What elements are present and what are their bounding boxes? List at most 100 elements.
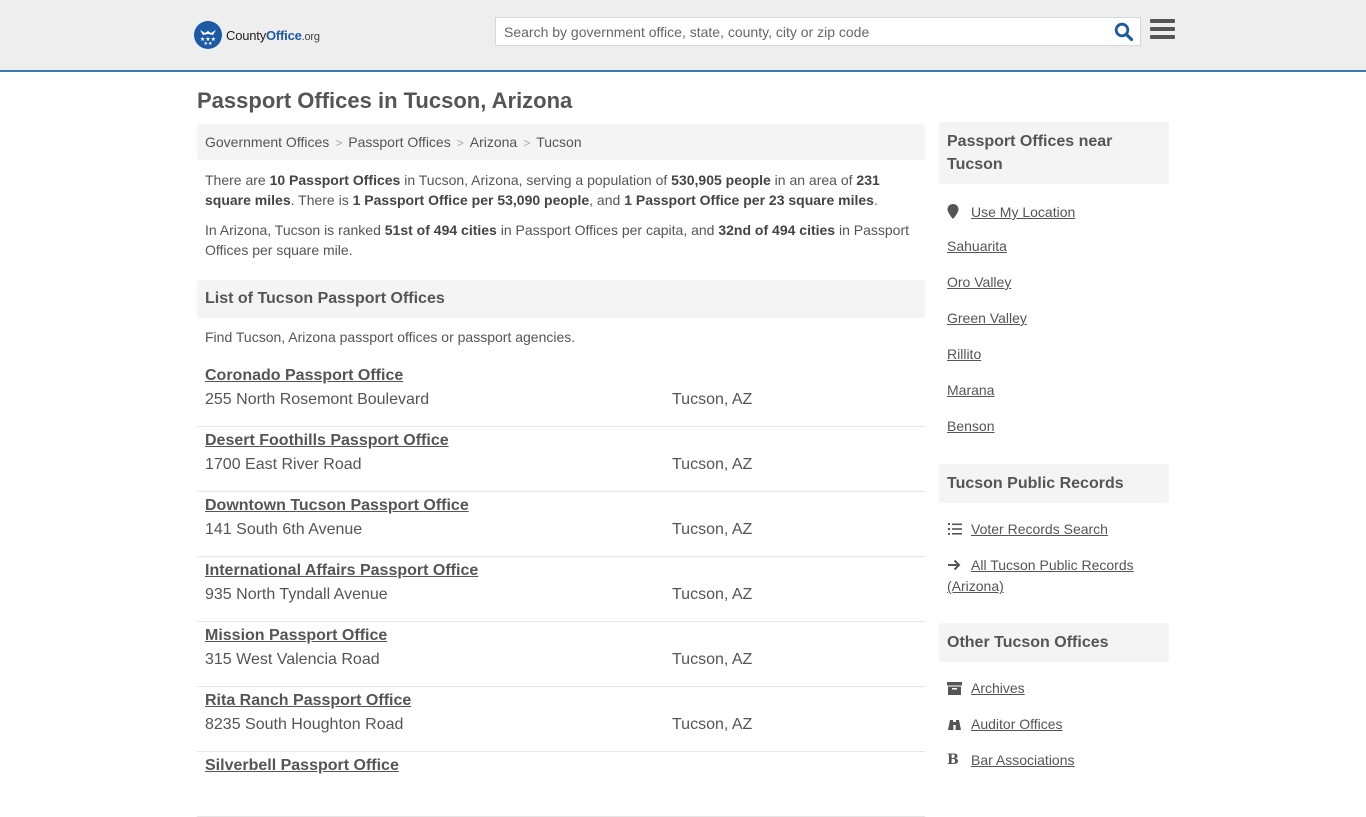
nearby-city-link[interactable]: Sahuarita	[947, 238, 1169, 254]
list-icon	[947, 519, 971, 539]
logo-prefix: County	[226, 27, 266, 43]
breadcrumb-tucson[interactable]: Tucson	[536, 134, 581, 150]
intro-text-segment: in an area of	[770, 172, 857, 188]
office-city: Tucson, AZ	[672, 521, 753, 538]
office-list-item: Downtown Tucson Passport Office 141 Sout…	[197, 492, 925, 557]
use-my-location-link[interactable]: Use My Location	[971, 202, 1075, 222]
breadcrumb-passport-offices[interactable]: Passport Offices	[348, 134, 450, 150]
site-header: ★★★ ★★ CountyOffice.org	[0, 0, 1366, 72]
logo-brand: Office	[266, 27, 302, 43]
eagle-stars-logo-icon: ★★★ ★★	[194, 21, 222, 49]
page-title: Passport Offices in Tucson, Arizona	[197, 88, 573, 113]
breadcrumb-separator: >	[523, 136, 531, 150]
search-button[interactable]	[1114, 22, 1134, 42]
breadcrumb-separator: >	[335, 136, 343, 150]
intro-text-segment: , and	[589, 192, 625, 208]
office-city: Tucson, AZ	[672, 716, 753, 733]
office-name-link[interactable]: Rita Ranch Passport Office	[205, 692, 411, 710]
office-name-link[interactable]: Downtown Tucson Passport Office	[205, 497, 469, 515]
office-name-link[interactable]: Coronado Passport Office	[205, 367, 403, 385]
list-description: Find Tucson, Arizona passport offices or…	[205, 329, 576, 345]
svg-text:★★: ★★	[204, 41, 213, 46]
map-marker-icon	[947, 202, 971, 222]
office-address: 141 South 6th Avenue	[205, 521, 363, 538]
intro-text-segment: . There is	[290, 192, 353, 208]
intro-text: There are 10 Passport Offices in Tucson,…	[205, 170, 920, 270]
breadcrumb-separator: >	[456, 136, 464, 150]
sidebar-heading-other: Other Tucson Offices	[939, 623, 1169, 662]
site-logo[interactable]: ★★★ ★★ CountyOffice.org	[194, 21, 320, 49]
binoculars-icon	[947, 714, 971, 734]
archive-box-icon	[947, 678, 971, 698]
bar-associations-link[interactable]: Bar Associations	[971, 750, 1075, 770]
logo-wordmark: CountyOffice.org	[226, 28, 320, 43]
office-address: 1700 East River Road	[205, 456, 362, 473]
office-city: Tucson, AZ	[672, 456, 753, 473]
nearby-city-link[interactable]: Oro Valley	[947, 274, 1169, 290]
sidebar-heading-nearby: Passport Offices near Tucson	[939, 122, 1169, 184]
office-address: 255 North Rosemont Boulevard	[205, 391, 430, 408]
nearby-city-link[interactable]: Green Valley	[947, 310, 1169, 326]
other-office-row: Auditor Offices	[947, 714, 1169, 734]
all-public-records-link[interactable]: All Tucson Public Records (Arizona)	[947, 557, 1134, 594]
menu-bar	[1150, 35, 1175, 39]
other-office-row: Archives	[947, 678, 1169, 698]
breadcrumb: Government Offices > Passport Offices > Ariz…	[197, 124, 925, 160]
search-box	[495, 17, 1141, 46]
sidebar-public-records: Tucson Public Records Voter Records Sear…	[939, 464, 1169, 596]
auditor-offices-link[interactable]: Auditor Offices	[971, 714, 1063, 734]
other-office-row: B Bar Associations	[947, 750, 1169, 770]
office-list-item: International Affairs Passport Office 93…	[197, 557, 925, 622]
sidebar-nearby: Passport Offices near Tucson Use My Loca…	[939, 122, 1169, 434]
office-city: Tucson, AZ	[672, 391, 753, 408]
search-input[interactable]	[496, 18, 1106, 45]
intro-text-segment: In Arizona, Tucson is ranked	[205, 222, 385, 238]
office-name-link[interactable]: Silverbell Passport Office	[205, 757, 399, 775]
intro-text-segment: in Tucson, Arizona, serving a population…	[400, 172, 672, 188]
office-city: Tucson, AZ	[672, 651, 753, 668]
intro-paragraph-stats: There are 10 Passport Offices in Tucson,…	[205, 170, 920, 210]
search-icon	[1114, 22, 1134, 42]
menu-bar	[1150, 27, 1175, 31]
archives-link[interactable]: Archives	[971, 678, 1025, 698]
office-list-item: Rita Ranch Passport Office 8235 South Ho…	[197, 687, 925, 752]
voter-records-search-link[interactable]: Voter Records Search	[971, 519, 1108, 539]
intro-text-segment: in Passport Offices per capita, and	[496, 222, 719, 238]
breadcrumb-government-offices[interactable]: Government Offices	[205, 134, 329, 150]
use-location-row: Use My Location	[947, 202, 1169, 222]
sidebar-heading-records: Tucson Public Records	[939, 464, 1169, 503]
logo-suffix: .org	[301, 30, 320, 43]
intro-text-segment: .	[873, 192, 878, 208]
sidebar-other-offices: Other Tucson Offices Archives Auditor Of…	[939, 623, 1169, 770]
office-list-item: Mission Passport Office 315 West Valenci…	[197, 622, 925, 687]
office-list-item: Coronado Passport Office 255 North Rosem…	[197, 362, 925, 427]
office-list-item: Desert Foothills Passport Office 1700 Ea…	[197, 427, 925, 492]
intro-stat-highlight: 32nd of 494 cities	[718, 222, 836, 238]
arrow-right-icon	[947, 556, 971, 576]
bold-b-icon: B	[947, 752, 959, 768]
records-link-row: Voter Records Search	[947, 519, 1169, 539]
list-heading: List of Tucson Passport Offices	[197, 280, 925, 318]
intro-stat-highlight: 530,905 people	[671, 172, 771, 188]
nearby-city-link[interactable]: Marana	[947, 382, 1169, 398]
office-list-item: Silverbell Passport Office	[197, 752, 925, 817]
menu-bar	[1150, 19, 1175, 23]
office-city: Tucson, AZ	[672, 586, 753, 603]
intro-stat-highlight: 1 Passport Office per 53,090 people	[352, 192, 590, 208]
hamburger-menu-button[interactable]	[1150, 19, 1175, 41]
intro-paragraph-ranking: In Arizona, Tucson is ranked 51st of 494…	[205, 220, 920, 260]
office-list: Coronado Passport Office 255 North Rosem…	[197, 362, 925, 817]
nearby-city-link[interactable]: Rillito	[947, 346, 1169, 362]
intro-stat-highlight: 10 Passport Offices	[269, 172, 401, 188]
office-name-link[interactable]: Mission Passport Office	[205, 627, 387, 645]
intro-stat-highlight: 1 Passport Office per 23 square miles	[624, 192, 874, 208]
office-address: 315 West Valencia Road	[205, 651, 380, 668]
office-address: 8235 South Houghton Road	[205, 716, 404, 733]
intro-text-segment: There are	[205, 172, 270, 188]
breadcrumb-arizona[interactable]: Arizona	[470, 134, 517, 150]
office-address: 935 North Tyndall Avenue	[205, 586, 388, 603]
nearby-city-link[interactable]: Benson	[947, 418, 1169, 434]
office-name-link[interactable]: Desert Foothills Passport Office	[205, 432, 449, 450]
office-name-link[interactable]: International Affairs Passport Office	[205, 562, 478, 580]
intro-stat-highlight: 51st of 494 cities	[384, 222, 497, 238]
